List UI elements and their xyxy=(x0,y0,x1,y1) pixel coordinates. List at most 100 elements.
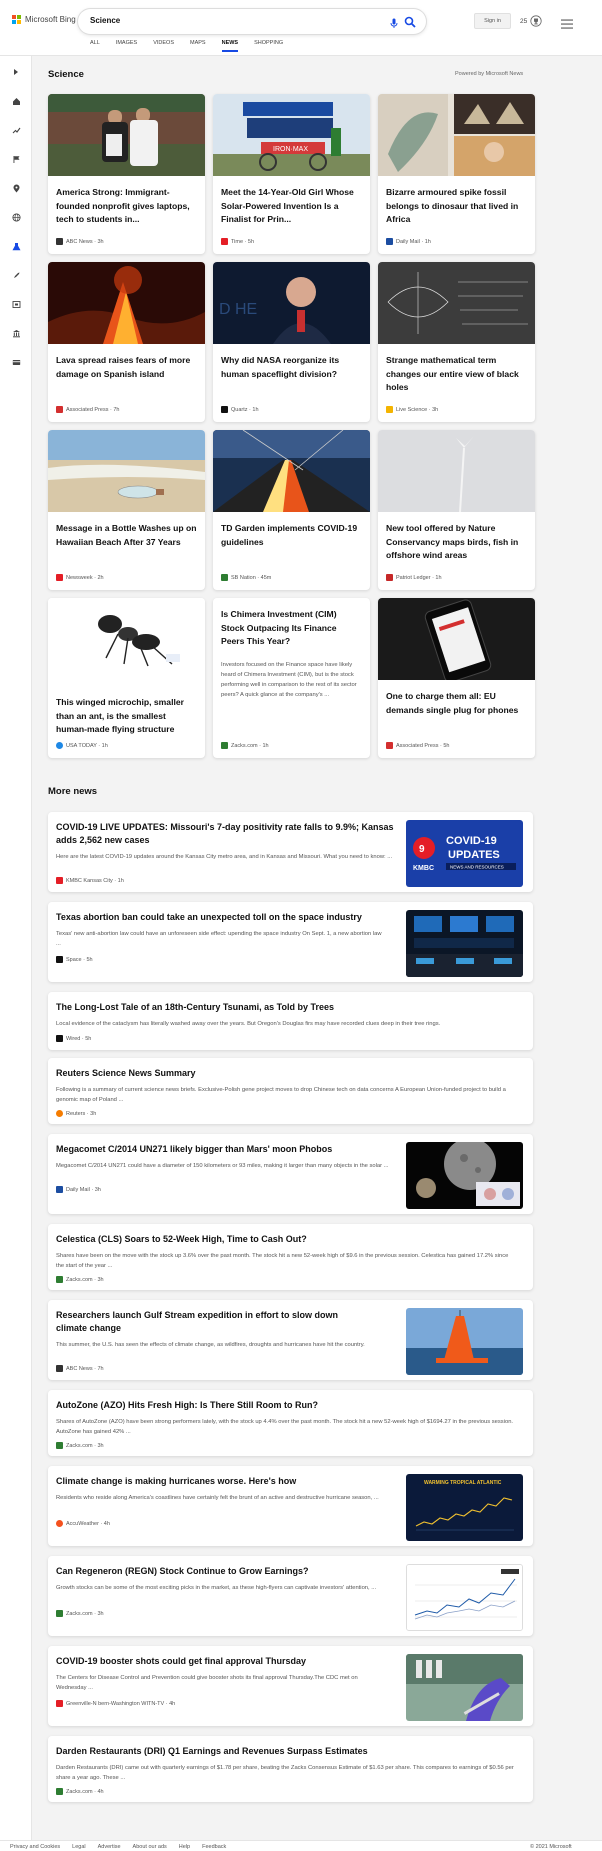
source-logo-icon xyxy=(386,574,393,581)
source-logo-icon xyxy=(56,1788,63,1795)
footer-link-help[interactable]: Help xyxy=(179,1844,190,1850)
news-row[interactable]: Researchers launch Gulf Stream expeditio… xyxy=(48,1300,533,1380)
svg-text:WARMING TROPICAL ATLANTIC: WARMING TROPICAL ATLANTIC xyxy=(424,1480,502,1486)
microphone-icon[interactable] xyxy=(390,16,398,34)
rewards-button[interactable]: 25 xyxy=(520,15,542,27)
science-icon[interactable] xyxy=(11,241,21,251)
news-card[interactable]: New tool offered by Nature Conservancy m… xyxy=(378,430,535,590)
news-row[interactable]: COVID-19 LIVE UPDATES: Missouri's 7-day … xyxy=(48,812,533,892)
trending-icon[interactable] xyxy=(11,125,21,135)
money-icon[interactable] xyxy=(11,357,21,367)
news-row[interactable]: Reuters Science News Summary Following i… xyxy=(48,1058,533,1124)
tab-videos[interactable]: VIDEOS xyxy=(145,40,182,54)
expand-rail-icon[interactable] xyxy=(11,67,21,77)
news-row[interactable]: COVID-19 booster shots could get final a… xyxy=(48,1646,533,1726)
news-row[interactable]: AutoZone (AZO) Hits Fresh High: Is There… xyxy=(48,1390,533,1456)
row-title: Researchers launch Gulf Stream expeditio… xyxy=(56,1310,339,1333)
svg-text:9: 9 xyxy=(419,844,425,855)
card-image xyxy=(48,598,205,680)
tab-shopping[interactable]: SHOPPING xyxy=(246,40,291,54)
source-logo-icon xyxy=(56,877,63,884)
search-input[interactable]: Science xyxy=(90,16,120,25)
news-card[interactable]: Message in a Bottle Washes up on Hawaiia… xyxy=(48,430,205,590)
card-image: IRON·MAX xyxy=(213,94,370,176)
search-icon[interactable] xyxy=(404,15,416,33)
news-card[interactable]: IRON·MAX Meet the 14-Year-Old Girl Whose… xyxy=(213,94,370,254)
news-row[interactable]: Megacomet C/2014 UN271 likely bigger tha… xyxy=(48,1134,533,1214)
card-title: Message in a Bottle Washes up on Hawaiia… xyxy=(56,523,197,547)
row-source: Zacks.com · 3h xyxy=(56,1442,104,1449)
news-row[interactable]: Celestica (CLS) Soars to 52-Week High, T… xyxy=(48,1224,533,1290)
card-source: Quartz · 1h xyxy=(221,406,259,413)
row-description: Following is a summary of current scienc… xyxy=(56,1087,506,1103)
news-card[interactable]: Strange mathematical term changes our en… xyxy=(378,262,535,422)
flag-icon[interactable] xyxy=(11,154,21,164)
footer-link-legal[interactable]: Legal xyxy=(72,1844,85,1850)
card-title: This winged microchip, smaller than an a… xyxy=(56,697,184,734)
source-logo-icon xyxy=(56,1276,63,1283)
source-logo-icon xyxy=(386,406,393,413)
row-source: AccuWeather · 4h xyxy=(56,1520,110,1527)
card-source: Zacks.com · 1h xyxy=(221,742,269,749)
card-source: Associated Press · 7h xyxy=(56,406,120,413)
card-title: Is Chimera Investment (CIM) Stock Outpac… xyxy=(221,609,337,646)
row-source: Wired · 5h xyxy=(56,1035,91,1042)
news-row[interactable]: Darden Restaurants (DRI) Q1 Earnings and… xyxy=(48,1736,533,1802)
tab-maps[interactable]: MAPS xyxy=(182,40,214,54)
politics-icon[interactable] xyxy=(11,328,21,338)
row-source: Daily Mail · 3h xyxy=(56,1186,101,1193)
svg-text:COVID-19: COVID-19 xyxy=(446,835,497,847)
source-logo-icon xyxy=(56,574,63,581)
row-title: Climate change is making hurricanes wors… xyxy=(56,1476,297,1486)
card-source: Daily Mail · 1h xyxy=(386,238,431,245)
row-thumbnail xyxy=(406,1654,523,1721)
news-card[interactable]: Bizarre armoured spike fossil belongs to… xyxy=(378,94,535,254)
row-title: Can Regeneron (REGN) Stock Continue to G… xyxy=(56,1566,309,1576)
row-title: The Long-Lost Tale of an 18th-Century Ts… xyxy=(56,1002,335,1012)
news-row[interactable]: Climate change is making hurricanes wors… xyxy=(48,1466,533,1546)
row-thumbnail xyxy=(406,1308,523,1375)
source-logo-icon xyxy=(221,406,228,413)
tab-news[interactable]: NEWS xyxy=(214,40,247,54)
news-card[interactable]: This winged microchip, smaller than an a… xyxy=(48,598,205,758)
hamburger-menu-icon[interactable] xyxy=(561,16,573,34)
location-pin-icon[interactable] xyxy=(11,183,21,193)
row-title: Celestica (CLS) Soars to 52-Week High, T… xyxy=(56,1234,307,1244)
footer-link-privacy[interactable]: Privacy and Cookies xyxy=(10,1844,60,1850)
news-row[interactable]: The Long-Lost Tale of an 18th-Century Ts… xyxy=(48,992,533,1050)
sign-in-button[interactable]: Sign in xyxy=(474,13,511,29)
home-icon[interactable] xyxy=(11,96,21,106)
bing-logo[interactable]: Microsoft Bing xyxy=(12,15,76,24)
news-row[interactable]: Can Regeneron (REGN) Stock Continue to G… xyxy=(48,1556,533,1636)
card-source: Live Science · 3h xyxy=(386,406,438,413)
tab-images[interactable]: IMAGES xyxy=(108,40,145,54)
search-box[interactable]: Science xyxy=(78,9,426,34)
news-card[interactable]: Lava spread raises fears of more damage … xyxy=(48,262,205,422)
card-title: TD Garden implements COVID-19 guidelines xyxy=(221,523,358,547)
source-logo-icon xyxy=(56,956,63,963)
news-card[interactable]: America Strong: Immigrant-founded nonpro… xyxy=(48,94,205,254)
source-logo-icon xyxy=(56,238,63,245)
card-title: New tool offered by Nature Conservancy m… xyxy=(386,523,519,560)
row-source: Greenville-N bern-Washington WITN-TV · 4… xyxy=(56,1700,175,1707)
row-description: The Centers for Disease Control and Prev… xyxy=(56,1675,358,1691)
news-card[interactable]: One to charge them all: EU demands singl… xyxy=(378,598,535,758)
news-card[interactable]: TD Garden implements COVID-19 guidelines… xyxy=(213,430,370,590)
news-row[interactable]: Texas abortion ban could take an unexpec… xyxy=(48,902,533,982)
globe-icon[interactable] xyxy=(11,212,21,222)
row-source: Zacks.com · 3h xyxy=(56,1610,104,1617)
card-image xyxy=(378,598,535,680)
footer-link-advertise[interactable]: Advertise xyxy=(98,1844,121,1850)
card-source: Patriot Ledger · 1h xyxy=(386,574,442,581)
rocket-icon[interactable] xyxy=(11,270,21,280)
card-source: Time · 5h xyxy=(221,238,254,245)
card-title: Meet the 14-Year-Old Girl Whose Solar-Po… xyxy=(221,187,354,224)
footer-link-about-ads[interactable]: About our ads xyxy=(133,1844,167,1850)
footer-link-feedback[interactable]: Feedback xyxy=(202,1844,226,1850)
svg-text:UPDATES: UPDATES xyxy=(448,849,500,861)
news-card[interactable]: D HE Why did NASA reorganize its human s… xyxy=(213,262,370,422)
card-image xyxy=(213,430,370,512)
entertainment-icon[interactable] xyxy=(11,299,21,309)
news-card[interactable]: Is Chimera Investment (CIM) Stock Outpac… xyxy=(213,598,370,758)
tab-all[interactable]: ALL xyxy=(82,40,108,54)
